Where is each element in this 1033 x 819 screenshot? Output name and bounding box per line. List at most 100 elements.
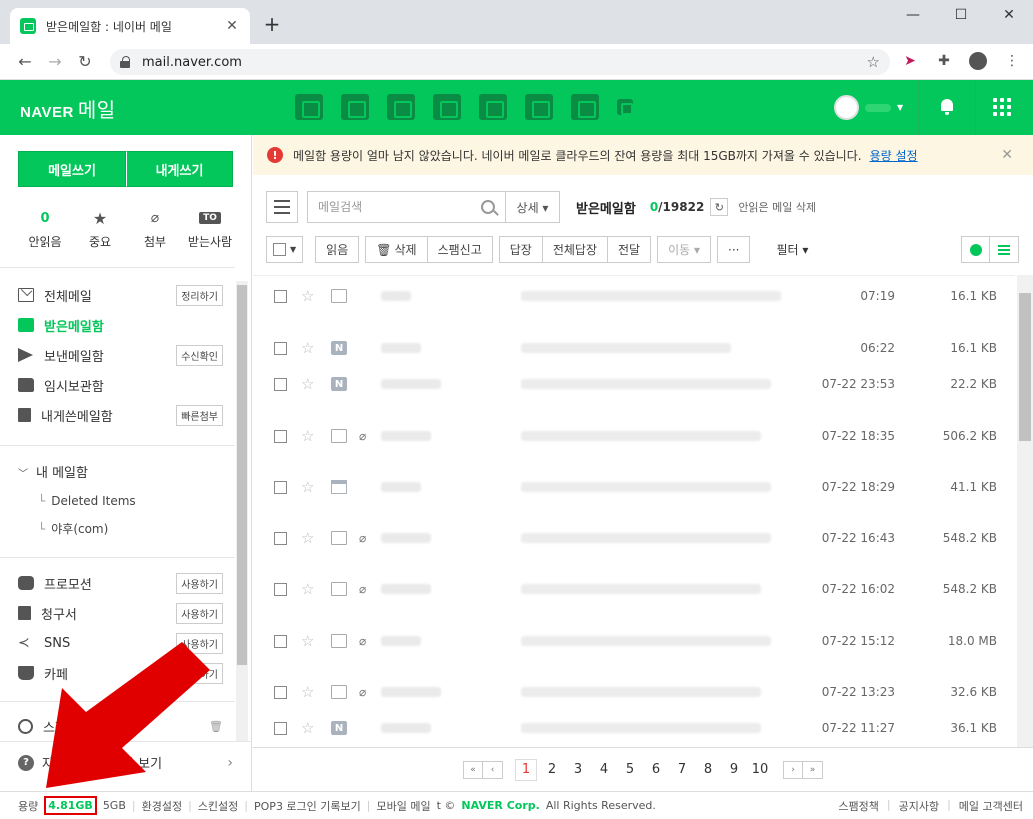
star-icon[interactable]: ☆ — [301, 529, 314, 547]
mail-checkbox[interactable] — [274, 685, 287, 699]
mail-row[interactable]: ☆ 07:19 16.1 KB — [253, 284, 1015, 308]
address-bar[interactable]: mail.naver.com ☆ — [110, 49, 890, 75]
page-number[interactable]: 7 — [669, 762, 695, 777]
detail-search-button[interactable]: 상세 ▾ — [506, 191, 560, 223]
mail-checkbox[interactable] — [274, 582, 287, 596]
mail-checkbox[interactable] — [274, 429, 287, 443]
naver-notice-icon[interactable]: N — [331, 721, 347, 735]
mail-row[interactable]: ☆ ⌀ 07-22 16:43 548.2 KB — [253, 526, 1015, 550]
page-number[interactable]: 6 — [643, 762, 669, 777]
mail-subject-redacted[interactable] — [521, 291, 781, 301]
page-number[interactable]: 10 — [747, 762, 773, 777]
organize-button[interactable]: 정리하기 — [176, 284, 223, 306]
mail-checkbox[interactable] — [274, 531, 287, 545]
service-grid-icon[interactable] — [993, 98, 1011, 116]
star-icon[interactable]: ☆ — [301, 427, 314, 445]
sidebar-scrollbar[interactable] — [236, 281, 248, 741]
quick-important[interactable]: ★ 중요 — [75, 209, 125, 250]
naver-corp-brand[interactable]: NAVER Corp. — [461, 799, 539, 812]
mail-checkbox[interactable] — [274, 377, 287, 391]
page-number[interactable]: 3 — [565, 762, 591, 777]
write-to-self-button[interactable]: 내게쓰기 — [126, 151, 233, 187]
mail-sender-redacted[interactable] — [381, 636, 421, 646]
use-button[interactable]: 사용하기 — [176, 572, 223, 594]
mail-sender-redacted[interactable] — [381, 723, 431, 733]
browser-tab[interactable]: 받은메일함 : 네이버 메일 ✕ — [10, 8, 250, 44]
search-input[interactable] — [318, 200, 481, 214]
star-icon[interactable]: ☆ — [301, 339, 314, 357]
folder-drafts[interactable]: 임시보관함 — [18, 374, 223, 396]
pop3-log-link[interactable]: POP3 로그인 기록보기 — [254, 798, 361, 814]
folder-deleted-items[interactable]: └ Deleted Items — [38, 494, 136, 508]
mail-subject-redacted[interactable] — [521, 687, 761, 697]
household-ledger-app-icon[interactable] — [571, 94, 599, 120]
list-view-icon[interactable] — [990, 236, 1019, 263]
profile-icon[interactable] — [967, 50, 989, 72]
read-receipt-button[interactable]: 수신확인 — [176, 344, 223, 366]
notice-link[interactable]: 공지사항 — [899, 798, 939, 814]
mail-checkbox[interactable] — [274, 721, 287, 735]
envelope-read-icon[interactable] — [331, 531, 347, 545]
skin-settings-link[interactable]: 스킨설정 — [198, 798, 238, 814]
folder-bills[interactable]: 청구서 사용하기 — [18, 602, 223, 624]
more-apps-icon[interactable] — [617, 99, 633, 115]
reload-icon[interactable]: ↻ — [70, 52, 100, 71]
mail-subject-redacted[interactable] — [521, 636, 771, 646]
close-icon[interactable]: ✕ — [1001, 147, 1013, 163]
time-view-icon[interactable] — [961, 236, 990, 263]
settings-link[interactable]: 환경설정 — [142, 798, 182, 814]
new-tab-button[interactable]: + — [260, 12, 284, 36]
mail-checkbox[interactable] — [274, 480, 287, 494]
folder-yahoo[interactable]: └ 야후(com) — [38, 520, 108, 537]
naver-notice-icon[interactable]: N — [331, 341, 347, 355]
naver-mail-logo[interactable]: NAVER 메일 — [20, 94, 116, 123]
last-page-icon[interactable]: » — [803, 760, 823, 779]
todo-app-icon[interactable] — [387, 94, 415, 120]
bookmark-star-icon[interactable]: ☆ — [867, 53, 880, 71]
folder-promotion[interactable]: 프로모션 사용하기 — [18, 572, 223, 594]
folder-inbox[interactable]: 받은메일함 — [18, 314, 223, 336]
folder-self-mail[interactable]: 내게쓴메일함 빠른첨부 — [18, 404, 223, 426]
hamburger-menu-icon[interactable] — [266, 191, 298, 223]
mailbox-icon[interactable] — [331, 480, 347, 494]
page-number[interactable]: 2 — [539, 762, 565, 777]
my-mailbox-toggle[interactable]: ﹀ 내 메일함 — [18, 462, 88, 481]
calendar-app-icon[interactable] — [341, 94, 369, 120]
mail-sender-redacted[interactable] — [381, 431, 431, 441]
scrollbar-thumb[interactable] — [237, 285, 247, 665]
close-window-button[interactable]: ✕ — [985, 0, 1033, 30]
mail-row[interactable]: ☆ N 07-22 23:53 22.2 KB — [253, 372, 1015, 396]
mail-row[interactable]: ☆ N 07-22 11:27 36.1 KB — [253, 716, 1015, 740]
mail-row[interactable]: ☆ N 06:22 16.1 KB — [253, 336, 1015, 360]
lock-icon[interactable] — [120, 56, 132, 68]
mail-row[interactable]: ☆ ⌀ 07-22 13:23 32.6 KB — [253, 680, 1015, 704]
page-number[interactable]: 4 — [591, 762, 617, 777]
user-menu[interactable]: ▼ — [834, 95, 903, 120]
envelope-read-icon[interactable] — [331, 429, 347, 443]
filter-dropdown[interactable]: 필터 ▾ — [776, 241, 808, 258]
envelope-read-icon[interactable] — [331, 634, 347, 648]
page-number[interactable]: 5 — [617, 762, 643, 777]
spam-policy-link[interactable]: 스팸정책 — [838, 798, 878, 814]
mark-read-button[interactable]: 읽음 — [315, 236, 360, 263]
cloud-app-icon[interactable] — [479, 94, 507, 120]
folder-all-mail[interactable]: 전체메일 정리하기 — [18, 284, 223, 306]
cursor-extension-icon[interactable]: ➤ — [899, 50, 921, 72]
mail-sender-redacted[interactable] — [381, 482, 421, 492]
write-mail-button[interactable]: 메일쓰기 — [18, 151, 126, 187]
page-number[interactable]: 9 — [721, 762, 747, 777]
puzzle-extensions-icon[interactable]: ✚ — [933, 50, 955, 72]
mail-subject-redacted[interactable] — [521, 379, 771, 389]
mail-row[interactable]: ☆ ⌀ 07-22 15:12 18.0 MB — [253, 629, 1015, 653]
quick-attachment[interactable]: ⌀ 첨부 — [130, 209, 180, 250]
folder-sent[interactable]: 보낸메일함 수신확인 — [18, 344, 223, 366]
mail-checkbox[interactable] — [274, 341, 287, 355]
next-page-icon[interactable]: › — [783, 760, 803, 779]
mail-sender-redacted[interactable] — [381, 533, 431, 543]
delete-unread-link[interactable]: 안읽은 메일 삭제 — [738, 199, 816, 215]
select-all-checkbox[interactable] — [273, 243, 286, 256]
menu-kebab-icon[interactable]: ⋮ — [1001, 50, 1023, 72]
mail-checkbox[interactable] — [274, 634, 287, 648]
reply-button[interactable]: 답장 — [498, 236, 543, 263]
mail-row[interactable]: ☆ 07-22 18:29 41.1 KB — [253, 475, 1015, 499]
